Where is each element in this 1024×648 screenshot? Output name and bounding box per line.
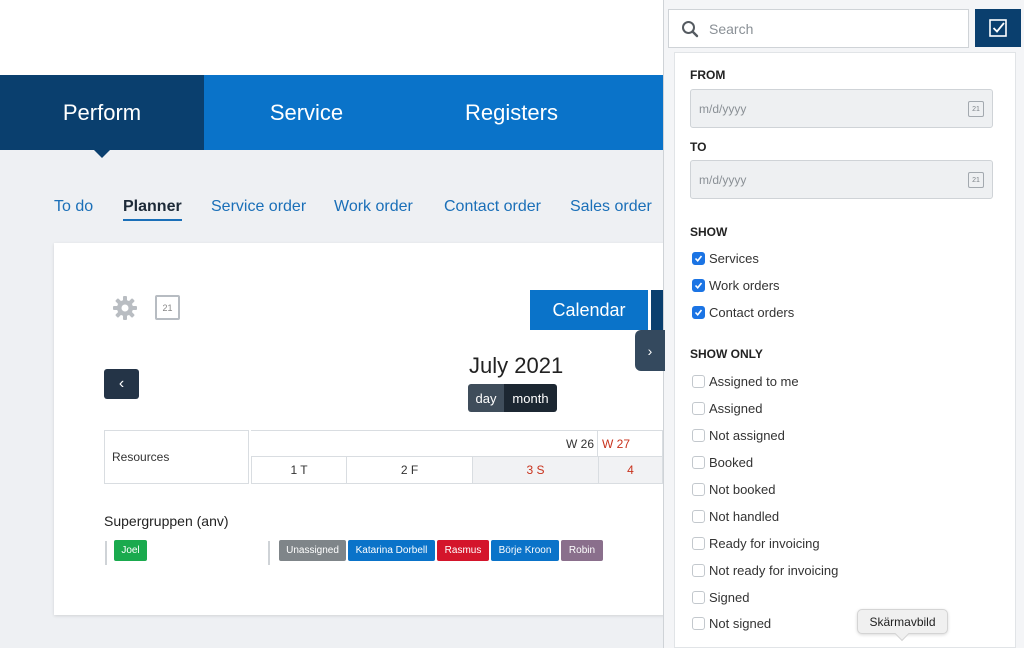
active-tab-caret — [94, 150, 110, 158]
divider — [105, 541, 107, 565]
apply-filter-button[interactable] — [975, 9, 1021, 47]
checkbox-label: Not ready for invoicing — [709, 562, 839, 578]
checkbox-label: Not signed — [709, 615, 772, 631]
checkbox-box[interactable] — [692, 482, 705, 496]
search-box — [668, 9, 969, 48]
nav-tab-service[interactable]: Service — [204, 75, 409, 150]
show-only-label: SHOW ONLY — [690, 347, 763, 361]
resource-tag[interactable]: Robin — [561, 540, 603, 561]
checkbox-label: Booked — [709, 454, 754, 470]
checkbox-not-signed[interactable]: Not signed — [692, 614, 771, 632]
week-label: W 26 — [566, 437, 595, 451]
to-date-field: 21 — [690, 160, 993, 199]
calendar-icon[interactable]: 21 — [968, 172, 984, 188]
checkbox-box[interactable] — [692, 563, 705, 577]
nav-tab-perform[interactable]: Perform — [0, 75, 204, 150]
to-date-input[interactable] — [699, 161, 949, 198]
calendar-icon[interactable]: 21 — [968, 101, 984, 117]
divider — [268, 541, 270, 565]
prev-month-button[interactable]: ‹ — [104, 369, 139, 399]
subnav-work-order[interactable]: Work order — [334, 198, 413, 216]
checkbox-label: Assigned — [709, 400, 763, 416]
checkbox-signed[interactable]: Signed — [692, 588, 749, 606]
day-cell[interactable]: 1 T — [251, 457, 347, 484]
week-label-current: W 27 — [597, 431, 630, 458]
gear-icon[interactable] — [112, 295, 138, 321]
checkbox-not-handled[interactable]: Not handled — [692, 507, 779, 525]
checkbox-label: Not handled — [709, 508, 780, 524]
checkbox-work-orders[interactable]: Work orders — [692, 276, 780, 294]
subnav-service-order[interactable]: Service order — [211, 198, 306, 216]
resource-tag[interactable]: Unassigned — [279, 540, 346, 561]
nav-tab-registers[interactable]: Registers — [409, 75, 614, 150]
checkbox-label: Services — [709, 250, 759, 266]
checkbox-label: Ready for invoicing — [709, 535, 820, 551]
checkbox-check-icon — [989, 19, 1007, 37]
subnav-todo[interactable]: To do — [54, 198, 93, 216]
checkbox-label: Not assigned — [709, 427, 785, 443]
tooltip-label: Skärmavbild — [869, 614, 936, 629]
search-input[interactable] — [709, 10, 959, 47]
checkbox-box[interactable] — [692, 536, 705, 550]
calendar-view-button[interactable]: Calendar — [530, 290, 648, 330]
checkbox-booked[interactable]: Booked — [692, 453, 753, 471]
checkbox-label: Assigned to me — [709, 373, 799, 389]
checkbox-box[interactable] — [692, 616, 705, 630]
resource-group-title: Supergruppen (anv) — [104, 513, 229, 529]
view-day-button[interactable]: day — [468, 384, 504, 412]
calendar-icon[interactable]: 21 — [155, 295, 180, 320]
from-date-input[interactable] — [699, 90, 949, 127]
resource-tag[interactable]: Katarina Dorbell — [348, 540, 435, 561]
resource-tag[interactable]: Börje Kroon — [491, 540, 559, 561]
checkbox-label: Not booked — [709, 481, 776, 497]
checkbox-not-booked[interactable]: Not booked — [692, 480, 776, 498]
checkbox-services[interactable]: Services — [692, 249, 759, 267]
day-cell-weekend[interactable]: 3 S — [472, 457, 599, 484]
checkbox-contact-orders[interactable]: Contact orders — [692, 303, 794, 321]
resource-tag[interactable]: Rasmus — [437, 540, 489, 561]
month-title: July 2021 — [469, 353, 564, 378]
check-icon[interactable] — [692, 278, 705, 292]
subnav-contact-order[interactable]: Contact order — [444, 198, 541, 216]
checkbox-box[interactable] — [692, 509, 705, 523]
checkbox-assigned[interactable]: Assigned — [692, 399, 762, 417]
checkbox-label: Signed — [709, 589, 750, 605]
screenshot-tooltip: Skärmavbild — [857, 609, 948, 642]
checkbox-box[interactable] — [692, 455, 705, 469]
check-icon[interactable] — [692, 305, 705, 319]
panel-toggle-button[interactable]: › — [635, 330, 665, 371]
checkbox-box[interactable] — [692, 428, 705, 442]
day-cell-weekend[interactable]: 4 — [598, 457, 663, 484]
from-label: FROM — [690, 68, 726, 82]
checkbox-box[interactable] — [692, 590, 705, 604]
day-cell[interactable]: 2 F — [346, 457, 473, 484]
checkbox-box[interactable] — [692, 401, 705, 415]
from-date-field: 21 — [690, 89, 993, 128]
checkbox-box[interactable] — [692, 374, 705, 388]
checkbox-assigned-to-me[interactable]: Assigned to me — [692, 372, 799, 390]
show-label: SHOW — [690, 225, 728, 239]
chevron-right-icon: › — [647, 342, 653, 359]
checkbox-ready-for-invoicing[interactable]: Ready for invoicing — [692, 534, 820, 552]
checkbox-not-assigned[interactable]: Not assigned — [692, 426, 785, 444]
checkbox-label: Contact orders — [709, 304, 795, 320]
search-icon — [682, 21, 699, 38]
check-icon[interactable] — [692, 251, 705, 265]
chevron-left-icon: ‹ — [118, 375, 125, 392]
view-month-button[interactable]: month — [504, 384, 557, 412]
subnav-sales-order[interactable]: Sales order — [570, 198, 652, 216]
week-row: W 26 W 27 — [251, 430, 663, 458]
checkbox-not-ready-for-invoicing[interactable]: Not ready for invoicing — [692, 561, 838, 579]
subnav-planner[interactable]: Planner — [123, 198, 182, 221]
resources-header: Resources — [104, 430, 249, 484]
resource-tag[interactable]: Joel — [114, 540, 147, 561]
checkbox-label: Work orders — [709, 277, 780, 293]
to-label: TO — [690, 140, 707, 154]
